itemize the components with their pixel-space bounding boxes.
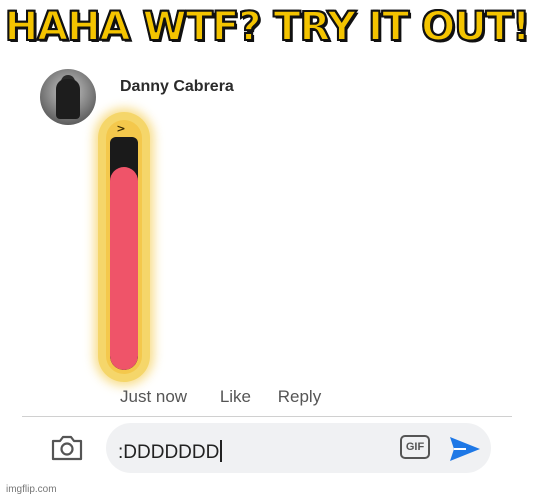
- gif-button[interactable]: GIF: [400, 435, 430, 459]
- reply-link[interactable]: Reply: [278, 387, 321, 406]
- emoji-tongue: [110, 167, 138, 370]
- meme-caption: HAHA WTF? TRY IT OUT!: [4, 3, 532, 51]
- comment-input-text[interactable]: :DDDDDDD: [118, 440, 223, 464]
- like-link[interactable]: Like: [220, 387, 251, 406]
- send-icon[interactable]: [448, 434, 482, 464]
- text-caret: [220, 440, 223, 462]
- avatar-figure: [56, 79, 80, 119]
- laughing-emoji-icon: > <: [106, 120, 142, 374]
- avatar[interactable]: [40, 69, 96, 125]
- divider: [22, 416, 512, 417]
- emoji-mouth: [110, 137, 138, 370]
- camera-icon[interactable]: [50, 434, 84, 462]
- comment-author[interactable]: Danny Cabrera: [120, 78, 234, 96]
- comment-actions: Just now Like Reply: [120, 387, 343, 407]
- comment-timestamp: Just now: [120, 387, 188, 406]
- comment-input-value: :DDDDDDD: [118, 442, 220, 463]
- watermark: imgflip.com: [6, 484, 57, 495]
